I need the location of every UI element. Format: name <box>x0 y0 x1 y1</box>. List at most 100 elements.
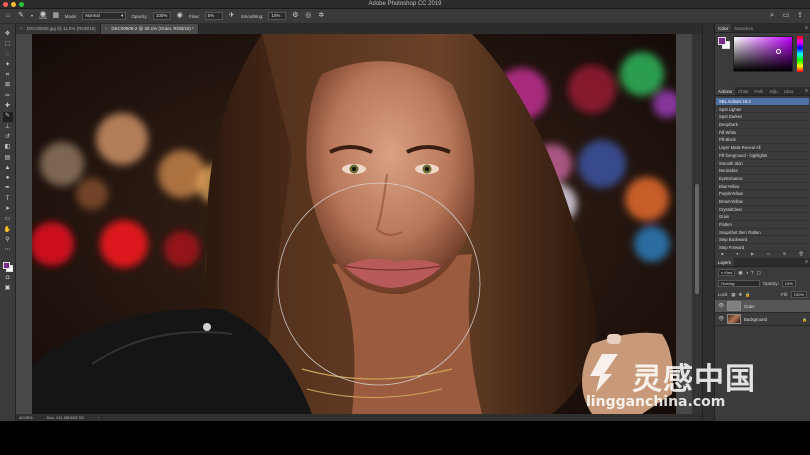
hue-slider[interactable] <box>797 36 803 72</box>
action-item[interactable]: Fill Black <box>716 136 809 145</box>
new-action-icon[interactable]: ⊞ <box>783 251 786 257</box>
color-panel-swatches[interactable] <box>718 37 730 49</box>
action-item[interactable]: CrystalClear <box>716 206 809 214</box>
chevron-down-icon[interactable]: ▾ <box>30 12 34 20</box>
frame-tool-icon[interactable]: ⊠ <box>3 81 13 90</box>
action-item[interactable]: Layer Mask Reveal All <box>716 144 809 152</box>
rectangle-tool-icon[interactable]: ▭ <box>3 215 13 224</box>
screen-mode-icon[interactable]: ▣ <box>3 284 13 293</box>
mode-select[interactable]: Normal ▾ <box>82 12 127 20</box>
filter-shape-icon[interactable]: ▢ <box>757 270 761 276</box>
tab-document-2[interactable]: × DSC00609-2 @ 40.1% (Grain, RGB/16) * <box>100 24 199 34</box>
tab-document-1[interactable]: × DSC00609.jpg @ 11.5% (RGB/16) <box>16 24 101 34</box>
quick-select-tool-icon[interactable]: ✦ <box>3 61 13 70</box>
crop-tool-icon[interactable]: ⌗ <box>3 71 13 80</box>
color-swatches[interactable] <box>2 261 14 273</box>
close-icon[interactable]: × <box>20 24 23 34</box>
more-tools-icon[interactable]: ⋯ <box>3 246 13 255</box>
filter-adjust-icon[interactable]: ◑ <box>745 270 748 275</box>
fill-field[interactable]: 100% <box>790 291 807 298</box>
search-icon[interactable]: ⌕ <box>768 12 776 20</box>
pressure-opacity-icon[interactable]: ◉ <box>176 12 184 20</box>
type-tool-icon[interactable]: T <box>3 195 13 204</box>
brush-tool-icon[interactable]: ✎ <box>2 112 13 122</box>
color-picker-ring[interactable] <box>776 49 781 54</box>
opacity-field[interactable]: 100% <box>152 12 171 20</box>
eraser-tool-icon[interactable]: ◧ <box>3 143 13 152</box>
stop-icon[interactable]: ■ <box>721 251 723 257</box>
workspace-icon[interactable]: ▭ <box>782 12 790 20</box>
layer-grain[interactable]: 👁 Grain <box>715 300 810 313</box>
zoom-level[interactable]: 40.05% <box>19 415 33 420</box>
tab-color[interactable]: Color <box>715 24 732 32</box>
home-icon[interactable]: ⌂ <box>4 12 12 20</box>
layer-opacity-field[interactable]: 19% <box>781 280 796 287</box>
lasso-tool-icon[interactable]: ◌ <box>3 51 13 60</box>
filter-type-icon[interactable]: T <box>751 270 754 275</box>
panel-menu-icon[interactable]: ≡ <box>805 258 810 266</box>
tab-paths[interactable]: Path <box>751 87 766 95</box>
action-item[interactable]: SnapShot then Flatten <box>716 229 809 237</box>
history-brush-tool-icon[interactable]: ↺ <box>3 133 13 142</box>
action-item[interactable]: PurpleYellow <box>716 190 809 198</box>
dodge-tool-icon[interactable]: ● <box>3 174 13 183</box>
action-item[interactable]: EyeEnhance <box>716 175 809 183</box>
action-item[interactable]: Smooth Skin <box>716 160 809 168</box>
trash-icon[interactable]: 🗑 <box>799 251 804 257</box>
eyedropper-tool-icon[interactable]: ✑ <box>3 92 13 101</box>
tab-swatches[interactable]: Swatches <box>731 24 756 32</box>
chevron-right-icon[interactable]: › <box>98 415 99 420</box>
scrollbar-thumb[interactable] <box>695 184 699 294</box>
flow-field[interactable]: 5% <box>204 12 223 20</box>
share-icon[interactable]: ⇪ <box>796 12 804 20</box>
lock-position-icon[interactable]: ✥ <box>738 292 742 298</box>
close-icon[interactable]: × <box>105 24 108 34</box>
zoom-tool-icon[interactable]: ⚲ <box>3 236 13 245</box>
pen-tool-icon[interactable]: ✒ <box>3 184 13 193</box>
gradient-tool-icon[interactable]: ▤ <box>3 154 13 163</box>
tab-adjustments[interactable]: Adju <box>766 87 781 95</box>
tab-libraries[interactable]: Libra <box>781 87 797 95</box>
action-item[interactable]: DeepDark <box>716 121 809 129</box>
layer-background[interactable]: 👁 Background 🔒 <box>715 313 810 326</box>
new-set-icon[interactable]: ▭ <box>767 251 771 257</box>
blend-mode-select[interactable]: Overlay <box>718 280 760 287</box>
action-item[interactable]: BrownYellow <box>716 198 809 206</box>
panel-menu-icon[interactable]: ≡ <box>805 87 810 95</box>
healing-brush-tool-icon[interactable]: ✚ <box>3 102 13 111</box>
action-item[interactable]: Spot Darken <box>716 113 809 122</box>
move-tool-icon[interactable]: ✥ <box>3 30 13 39</box>
blur-tool-icon[interactable]: ▲ <box>3 164 13 173</box>
marquee-tool-icon[interactable]: ⬚ <box>3 40 13 49</box>
symmetry-icon[interactable]: ✲ <box>317 12 325 20</box>
airbrush-icon[interactable]: ✈ <box>228 12 236 20</box>
gear-icon[interactable]: ⚙ <box>291 12 299 20</box>
action-set[interactable]: SBL Actions 19.4 <box>716 98 809 106</box>
action-item[interactable]: BlueYellow <box>716 183 809 191</box>
brush-tool-icon[interactable]: ✎ <box>17 12 25 20</box>
pressure-size-icon[interactable]: ◎ <box>304 12 312 20</box>
action-item[interactable]: Grain <box>716 213 809 221</box>
action-item[interactable]: Step Backward <box>716 236 809 245</box>
action-item[interactable]: Fill foreground - highlights <box>716 152 809 160</box>
filter-pixel-icon[interactable]: ▣ <box>738 270 742 276</box>
document-canvas[interactable] <box>32 34 676 414</box>
lock-all-icon[interactable]: 🔒 <box>745 292 750 298</box>
tab-layers[interactable]: Layers <box>715 258 734 266</box>
color-field[interactable] <box>733 36 793 72</box>
action-item[interactable]: Flatten <box>716 221 809 229</box>
eye-icon[interactable]: 👁 <box>718 316 724 322</box>
eye-icon[interactable]: 👁 <box>718 303 724 309</box>
layer-filter-select[interactable]: ⌕ Kind <box>718 269 736 276</box>
hand-tool-icon[interactable]: ✋ <box>3 226 13 235</box>
tab-channels[interactable]: Chan <box>735 87 751 95</box>
foreground-color-swatch[interactable] <box>2 261 10 269</box>
action-item[interactable]: Fill White <box>716 129 809 137</box>
action-item[interactable]: Neutralize <box>716 167 809 175</box>
tab-actions[interactable]: Actions <box>715 87 736 95</box>
action-item[interactable]: Spot Lighter <box>716 106 809 114</box>
record-icon[interactable]: ● <box>736 251 738 257</box>
quick-mask-icon[interactable]: ◘ <box>3 274 13 283</box>
clone-stamp-tool-icon[interactable]: ⊥ <box>3 123 13 132</box>
smoothing-field[interactable]: 10% <box>268 12 287 20</box>
